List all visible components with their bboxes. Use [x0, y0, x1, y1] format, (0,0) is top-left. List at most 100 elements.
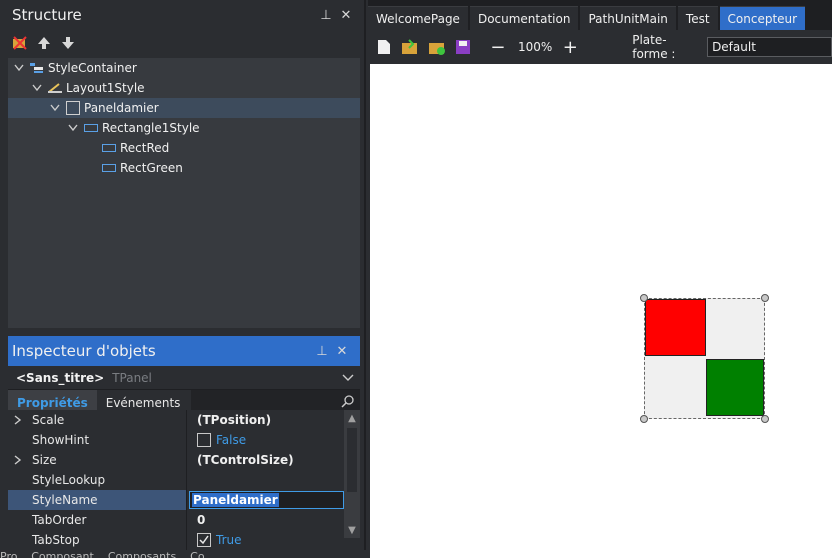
tree-item-label: Layout1Style — [66, 81, 145, 95]
tab-documentation[interactable]: Documentation — [469, 6, 579, 30]
property-name: Scale — [32, 413, 65, 427]
scroll-down-icon[interactable]: ▼ — [344, 522, 360, 538]
structure-header: Structure ⊥ ✕ — [0, 0, 364, 30]
rect-red[interactable] — [645, 299, 706, 356]
property-row-stylename[interactable]: StyleName Paneldamier — [8, 490, 344, 510]
open-folder-icon[interactable] — [401, 38, 419, 56]
zoom-in-button[interactable]: + — [562, 37, 578, 58]
tab-welcomepage[interactable]: WelcomePage — [368, 6, 468, 30]
inspector-header: Inspecteur d'objets ⊥ ✕ — [8, 336, 360, 366]
search-icon[interactable] — [341, 395, 354, 411]
add-folder-icon[interactable] — [428, 38, 446, 56]
close-icon[interactable]: ✕ — [332, 344, 352, 359]
chevron-right-icon[interactable] — [14, 415, 32, 425]
property-row-taborder[interactable]: TabOrder 0 — [8, 510, 344, 530]
object-name: <Sans_titre> — [16, 370, 105, 385]
bottom-tab[interactable]: Composant... — [31, 550, 104, 558]
scrollbar-thumb[interactable] — [347, 428, 357, 492]
bottom-tab[interactable]: Composants... — [108, 550, 187, 558]
rectangle-icon — [84, 122, 98, 134]
tree-item-label: RectRed — [120, 141, 170, 155]
save-icon[interactable] — [455, 38, 471, 56]
property-grid: Scale (TPosition) ShowHint False Size (T… — [8, 410, 360, 558]
structure-title: Structure — [12, 6, 82, 24]
tree-item-rectgreen[interactable]: RectGreen — [8, 158, 360, 178]
structure-tree: StyleContainer Layout1Style Paneldamier … — [8, 58, 360, 328]
chevron-down-icon[interactable] — [12, 61, 26, 75]
rect-green[interactable] — [706, 359, 764, 416]
tree-item-paneldamier[interactable]: Paneldamier — [8, 98, 360, 118]
tree-item-stylecontainer[interactable]: StyleContainer — [8, 58, 360, 78]
pin-icon[interactable]: ⊥ — [312, 344, 332, 359]
object-inspector: Inspecteur d'objets ⊥ ✕ <Sans_titre> TPa… — [8, 336, 360, 558]
pin-icon[interactable]: ⊥ — [316, 8, 336, 23]
chevron-right-icon[interactable] — [14, 455, 32, 465]
property-value: Paneldamier — [192, 493, 279, 507]
chevron-down-icon[interactable] — [30, 81, 44, 95]
chevron-down-icon[interactable] — [66, 121, 80, 135]
rectangle-icon — [102, 142, 116, 154]
vertical-scrollbar[interactable]: ▲ ▼ — [344, 410, 360, 538]
checkbox-checked[interactable] — [197, 533, 211, 547]
property-value: (TControlSize) — [197, 453, 294, 467]
property-row-showhint[interactable]: ShowHint False — [8, 430, 344, 450]
tab-concepteur[interactable]: Concepteur — [719, 6, 806, 30]
rectangle-icon — [102, 162, 116, 174]
resize-handle[interactable] — [761, 294, 769, 302]
bottom-panel-tabs: Pro... Composant... Composants... Co... — [0, 550, 366, 558]
tree-item-layout1style[interactable]: Layout1Style — [8, 78, 360, 98]
chevron-down-icon[interactable] — [342, 371, 354, 385]
property-value: True — [216, 533, 242, 547]
delete-icon[interactable] — [12, 35, 28, 51]
property-row-tabstop[interactable]: TabStop True — [8, 530, 344, 550]
object-type: TPanel — [112, 370, 152, 385]
resize-handle[interactable] — [761, 415, 769, 423]
structure-toolbar — [0, 30, 364, 56]
document-tabs: WelcomePage Documentation PathUnitMain T… — [368, 0, 832, 30]
bottom-tab[interactable]: Co... — [190, 550, 215, 558]
property-name: TabStop — [32, 533, 80, 547]
scroll-up-icon[interactable]: ▲ — [344, 410, 360, 426]
property-row-scale[interactable]: Scale (TPosition) — [8, 410, 344, 430]
arrow-up-icon[interactable] — [36, 35, 52, 51]
panel-damier[interactable] — [644, 298, 765, 419]
tree-item-rectred[interactable]: RectRed — [8, 138, 360, 158]
bottom-tab[interactable]: Pro... — [0, 550, 28, 558]
tab-pathunitmain[interactable]: PathUnitMain — [580, 6, 676, 30]
property-value: False — [216, 433, 247, 447]
style-container-icon — [30, 62, 44, 74]
property-value: 0 — [197, 513, 206, 527]
left-pane: Structure ⊥ ✕ StyleContainer Layout1Styl… — [0, 0, 366, 558]
zoom-level: 100% — [517, 40, 553, 54]
object-selector[interactable]: <Sans_titre> TPanel — [8, 366, 360, 390]
close-icon[interactable]: ✕ — [336, 8, 356, 23]
tab-test[interactable]: Test — [677, 6, 718, 30]
designer-pane: WelcomePage Documentation PathUnitMain T… — [368, 0, 832, 558]
property-name: TabOrder — [32, 513, 87, 527]
platform-select[interactable]: Default — [707, 37, 832, 57]
tree-item-label: StyleContainer — [48, 61, 137, 75]
tree-item-rectangle1style[interactable]: Rectangle1Style — [8, 118, 360, 138]
tree-item-label: Paneldamier — [84, 101, 159, 115]
property-name: StyleLookup — [32, 473, 106, 487]
checkbox[interactable] — [197, 433, 211, 447]
tree-item-label: Rectangle1Style — [102, 121, 200, 135]
zoom-out-button[interactable]: − — [490, 37, 506, 58]
tree-item-label: RectGreen — [120, 161, 183, 175]
inspector-title: Inspecteur d'objets — [12, 342, 156, 360]
property-row-size[interactable]: Size (TControlSize) — [8, 450, 344, 470]
design-canvas[interactable] — [370, 64, 832, 558]
property-row-stylelookup[interactable]: StyleLookup — [8, 470, 344, 490]
arrow-down-icon[interactable] — [60, 35, 76, 51]
panel-icon — [66, 101, 80, 115]
resize-handle[interactable] — [640, 415, 648, 423]
property-name: Size — [32, 453, 57, 467]
designer-toolbar: − 100% + Plate-forme : Default — [368, 30, 832, 64]
layout-icon — [48, 82, 62, 94]
resize-handle[interactable] — [640, 294, 648, 302]
platform-label: Plate-forme : — [632, 33, 676, 61]
chevron-down-icon[interactable] — [48, 101, 62, 115]
property-name: StyleName — [32, 493, 98, 507]
stylename-input[interactable]: Paneldamier — [189, 491, 344, 509]
new-file-icon[interactable] — [376, 38, 392, 56]
